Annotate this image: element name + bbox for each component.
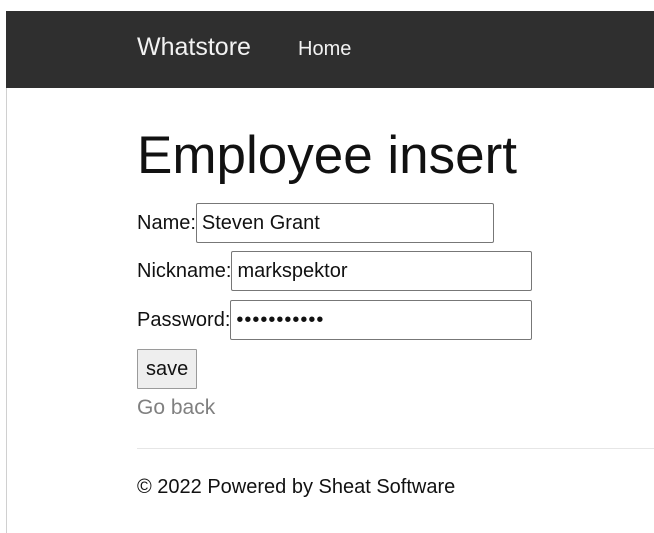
password-label: Password:	[137, 308, 231, 331]
password-input[interactable]	[230, 300, 533, 340]
nickname-label: Nickname:	[137, 259, 232, 282]
page-left-border	[6, 88, 7, 533]
navbar: Whatstore Home	[6, 11, 654, 88]
save-button[interactable]: save	[137, 349, 198, 389]
password-row: Password:	[137, 300, 533, 340]
page-title: Employee insert	[137, 126, 518, 185]
name-input[interactable]	[195, 203, 494, 243]
nickname-input[interactable]	[231, 251, 533, 291]
brand-link[interactable]: Whatstore	[137, 33, 251, 62]
footer-divider	[137, 448, 654, 449]
footer-copyright: © 2022 Powered by Sheat Software	[137, 476, 456, 498]
name-label: Name:	[137, 211, 196, 234]
name-row: Name:	[137, 203, 494, 243]
page: Whatstore Home Employee insert Name: Nic…	[0, 0, 654, 533]
nav-link-home[interactable]: Home	[298, 38, 351, 61]
go-back-link[interactable]: Go back	[137, 396, 215, 420]
nickname-row: Nickname:	[137, 251, 533, 291]
